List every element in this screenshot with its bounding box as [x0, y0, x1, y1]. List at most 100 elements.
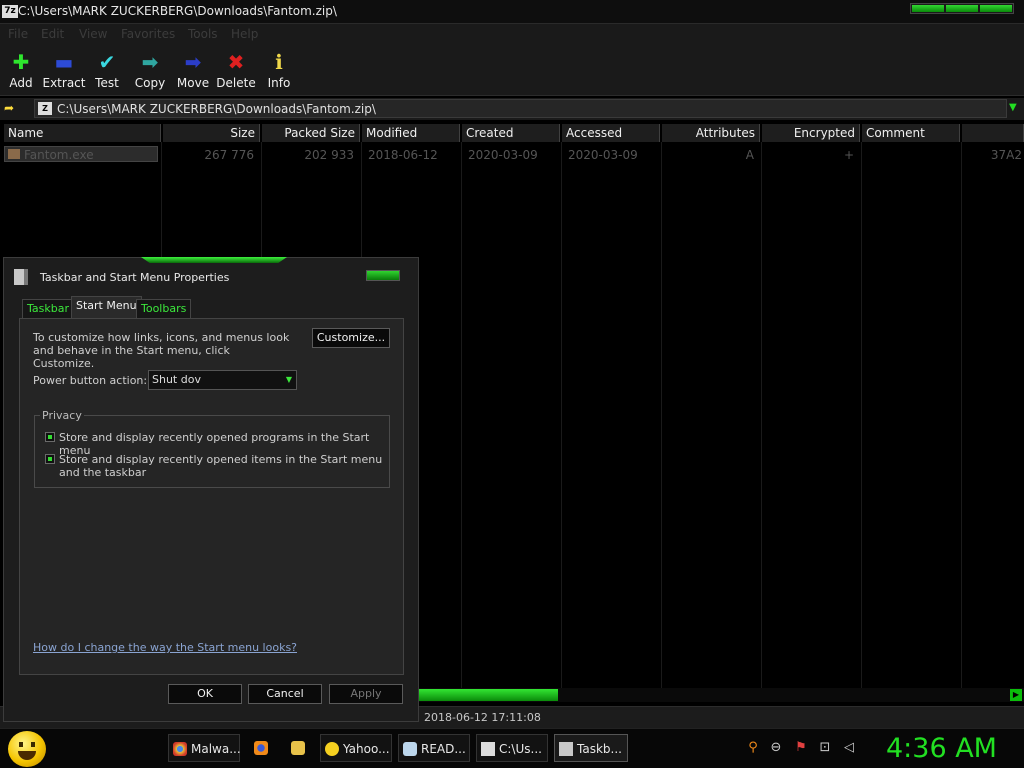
folder-icon — [291, 741, 305, 755]
extract-label: Extract — [42, 76, 86, 90]
tab-toolbars[interactable]: Toolbars — [136, 299, 192, 318]
firefox-icon — [254, 741, 268, 755]
move-label: Move — [176, 76, 210, 90]
customize-button[interactable]: Customize... — [312, 328, 390, 348]
search-icon[interactable]: ⚲ — [746, 741, 760, 755]
cell-encrypted: + — [843, 148, 854, 162]
power-button-select[interactable]: Shut dov ▼ — [148, 370, 297, 390]
privacy-label: Privacy — [40, 409, 84, 422]
path-text: C:\Users\MARK ZUCKERBERG\Downloads\Fanto… — [57, 102, 376, 116]
test-label: Test — [95, 76, 119, 90]
path-dropdown-arrow-icon[interactable]: ▼ — [1009, 102, 1017, 113]
minimize-button[interactable] — [912, 5, 944, 12]
scroll-right-arrow-icon[interactable]: ▶ — [1010, 689, 1022, 701]
network-icon[interactable]: ⊡ — [818, 741, 832, 755]
column-attributes[interactable]: Attributes — [662, 124, 760, 142]
dialog-title: Taskbar and Start Menu Properties — [40, 271, 230, 284]
recent-items-label[interactable]: Store and display recently opened items … — [59, 453, 389, 479]
column-name[interactable]: Name — [4, 124, 161, 142]
column-crc[interactable] — [962, 124, 1024, 142]
recent-items-checkbox[interactable] — [45, 454, 55, 464]
delete-label: Delete — [216, 76, 256, 90]
7zip-icon — [481, 742, 495, 756]
window-title: C:\Users\MARK ZUCKERBERG\Downloads\Fanto… — [18, 4, 337, 18]
menu-favorites[interactable]: Favorites — [121, 27, 175, 41]
menu-edit[interactable]: Edit — [41, 27, 64, 41]
smiley-eyes — [19, 742, 35, 747]
help-link[interactable]: How do I change the way the Start menu l… — [33, 641, 297, 654]
cancel-button[interactable]: Cancel — [248, 684, 322, 704]
yahoo-messenger-icon — [325, 742, 339, 756]
apply-button[interactable]: Apply — [329, 684, 403, 704]
column-comment[interactable]: Comment — [862, 124, 960, 142]
start-menu-panel: To customize how links, icons, and menus… — [19, 318, 404, 675]
scrollbar-thumb[interactable] — [418, 689, 558, 701]
tab-taskbar[interactable]: Taskbar — [22, 299, 74, 318]
task-taskbar-properties[interactable]: Taskb... — [554, 734, 628, 762]
column-created[interactable]: Created — [462, 124, 560, 142]
taskbar-properties-icon — [14, 269, 28, 285]
menu-bar: File Edit View Favorites Tools Help — [0, 24, 1024, 44]
status-modified-time: 2018-06-12 17:11:08 — [424, 711, 541, 724]
title-bar: 7z C:\Users\MARK ZUCKERBERG\Downloads\Fa… — [0, 0, 1024, 24]
task-label: Malwa... — [191, 742, 241, 756]
ok-button[interactable]: OK — [168, 684, 242, 704]
column-divider — [861, 142, 862, 688]
power-button-label: Power button action: — [33, 374, 148, 387]
add-label: Add — [9, 76, 33, 90]
action-center-flag-icon[interactable]: ⚑ — [794, 741, 808, 755]
zip-archive-icon: Z — [38, 102, 52, 115]
column-accessed[interactable]: Accessed — [562, 124, 660, 142]
column-divider — [561, 142, 562, 688]
dialog-close-button[interactable] — [366, 270, 400, 281]
task-yahoo[interactable]: Yahoo... — [320, 734, 392, 762]
cell-crc: 37A2 — [990, 148, 1022, 162]
task-notepad[interactable]: READ... — [398, 734, 470, 762]
column-encrypted[interactable]: Encrypted — [762, 124, 860, 142]
clock[interactable]: 4:36 AM — [886, 733, 997, 764]
taskbar-properties-icon — [559, 742, 573, 756]
task-7zip[interactable]: C:\Us... — [476, 734, 548, 762]
cell-created: 2020-03-09 — [468, 148, 538, 162]
privacy-group: Privacy Store and display recently opene… — [34, 409, 390, 488]
column-size[interactable]: Size — [163, 124, 260, 142]
volume-icon[interactable]: ◁ — [842, 741, 856, 755]
column-packed-size[interactable]: Packed Size — [262, 124, 360, 142]
task-malwarebytes[interactable]: Malwa... — [168, 734, 241, 762]
task-label: Yahoo... — [343, 742, 390, 756]
address-bar: ➦ Z C:\Users\MARK ZUCKERBERG\Downloads\F… — [0, 98, 1024, 120]
taskbar-properties-dialog: Taskbar and Start Menu Properties Taskba… — [3, 257, 419, 722]
info-button[interactable]: ℹ Info — [254, 52, 304, 90]
task-label: READ... — [421, 742, 466, 756]
cell-size: 267 776 — [204, 148, 254, 162]
cell-accessed: 2020-03-09 — [568, 148, 638, 162]
start-button[interactable] — [8, 731, 46, 767]
column-divider — [661, 142, 662, 688]
task-label: Taskb... — [577, 742, 622, 756]
info-icon: ℹ — [275, 50, 283, 74]
maximize-button[interactable] — [946, 5, 978, 12]
menu-tools[interactable]: Tools — [188, 27, 218, 41]
recent-programs-checkbox[interactable] — [45, 432, 55, 442]
exe-file-icon — [8, 149, 20, 159]
power-button-value: Shut dov — [152, 373, 201, 386]
path-input[interactable]: Z C:\Users\MARK ZUCKERBERG\Downloads\Fan… — [34, 99, 1007, 118]
notepad-icon — [403, 742, 417, 756]
menu-view[interactable]: View — [79, 27, 107, 41]
copy-label: Copy — [134, 76, 166, 90]
task-label: C:\Us... — [499, 742, 542, 756]
chevron-down-icon: ▼ — [285, 375, 292, 384]
column-modified[interactable]: Modified — [362, 124, 460, 142]
info-label: Info — [267, 76, 291, 90]
menu-help[interactable]: Help — [231, 27, 258, 41]
messenger-icon[interactable]: ⊖ — [769, 741, 783, 755]
menu-file[interactable]: File — [8, 27, 28, 41]
cell-modified: 2018-06-12 — [368, 148, 438, 162]
close-button[interactable] — [980, 5, 1012, 12]
toolbar: ✚ Add ▬ Extract ✔ Test ➡ Copy ➡ Move ✖ D… — [0, 44, 1024, 96]
tab-start-menu[interactable]: Start Menu — [71, 296, 142, 319]
task-firefox[interactable] — [246, 734, 276, 762]
folder-up-icon[interactable]: ➦ — [4, 101, 22, 116]
task-explorer[interactable] — [283, 734, 313, 762]
horizontal-scrollbar[interactable]: ▶ — [418, 688, 1024, 702]
